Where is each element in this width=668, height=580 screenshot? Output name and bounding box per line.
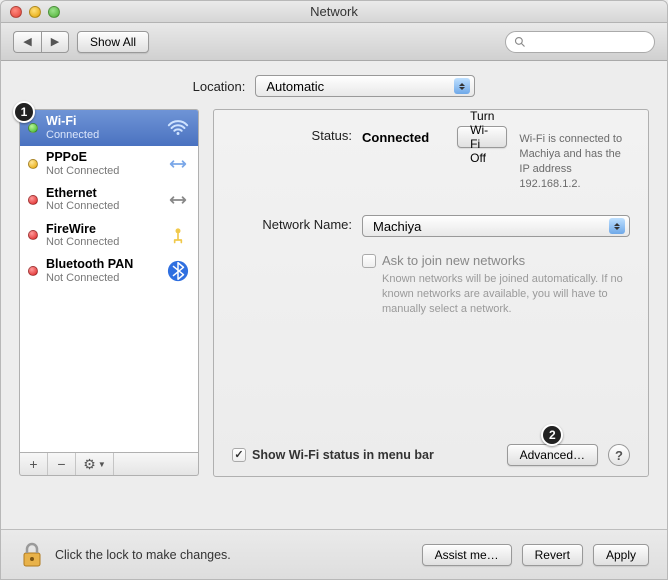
help-button[interactable]: ?: [608, 444, 630, 466]
advanced-button[interactable]: Advanced…: [507, 444, 598, 466]
sidebar-tools-spacer: [114, 453, 198, 475]
revert-button[interactable]: Revert: [522, 544, 583, 566]
show-all-button[interactable]: Show All: [77, 31, 149, 53]
popup-arrows-icon: [609, 218, 625, 234]
close-window-button[interactable]: [10, 6, 22, 18]
ask-to-join-row: Ask to join new networks: [362, 253, 630, 268]
checkbox-icon: [362, 254, 376, 268]
service-bluetooth-pan[interactable]: Bluetooth PAN Not Connected: [20, 253, 198, 289]
chevron-down-icon: ▼: [98, 460, 106, 469]
annotation-step-2: 2: [541, 424, 563, 446]
lock-button[interactable]: [19, 540, 45, 570]
service-firewire[interactable]: FireWire Not Connected: [20, 218, 198, 254]
ask-to-join-help: Known networks will be joined automatica…: [382, 272, 630, 317]
service-wifi[interactable]: Wi-Fi Connected: [20, 110, 198, 146]
status-dot-icon: [28, 123, 38, 133]
show-status-menubar-checkbox[interactable]: Show Wi-Fi status in menu bar: [232, 448, 434, 462]
gear-icon: ⚙: [83, 456, 96, 473]
remove-service-button[interactable]: −: [48, 453, 76, 475]
assist-me-button[interactable]: Assist me…: [422, 544, 512, 566]
status-value: Connected: [362, 130, 429, 145]
ask-to-join-checkbox[interactable]: Ask to join new networks: [362, 253, 630, 268]
titlebar: Network: [1, 1, 667, 23]
lock-text: Click the lock to make changes.: [55, 548, 231, 562]
add-service-button[interactable]: +: [20, 453, 48, 475]
annotation-step-1: 1: [13, 101, 35, 123]
zoom-window-button[interactable]: [48, 6, 60, 18]
toolbar: ◀ ▶ Show All: [1, 23, 667, 61]
status-help-text: Wi-Fi is connected to Machiya and has th…: [519, 132, 630, 191]
detail-pane: Status: Connected Turn Wi-Fi Off Wi-Fi i…: [213, 109, 649, 477]
footer: Click the lock to make changes. Assist m…: [1, 529, 667, 579]
pppoe-icon: [166, 152, 190, 176]
location-popup[interactable]: Automatic: [255, 75, 475, 97]
search-icon: [514, 36, 526, 48]
status-label: Status:: [232, 126, 352, 191]
window-title: Network: [1, 4, 667, 19]
status-dot-icon: [28, 266, 38, 276]
lock-icon: [21, 542, 43, 568]
service-pppoe[interactable]: PPPoE Not Connected: [20, 146, 198, 182]
search-field[interactable]: [505, 31, 655, 53]
network-prefs-window: Network ◀ ▶ Show All Location: Automatic…: [0, 0, 668, 580]
location-row: Location: Automatic: [19, 75, 649, 97]
service-list: Wi-Fi Connected PPPoE Not Connected: [19, 109, 199, 453]
status-dot-icon: [28, 230, 38, 240]
window-controls: [10, 6, 60, 18]
network-name-label: Network Name:: [232, 215, 352, 237]
sidebar-tools: + − ⚙▼: [19, 453, 199, 476]
forward-button[interactable]: ▶: [41, 31, 69, 53]
wifi-icon: [166, 116, 190, 140]
turn-wifi-off-button[interactable]: Turn Wi-Fi Off: [457, 126, 507, 148]
nav-segment: ◀ ▶: [13, 31, 69, 53]
service-ethernet[interactable]: Ethernet Not Connected: [20, 182, 198, 218]
status-dot-icon: [28, 195, 38, 205]
minimize-window-button[interactable]: [29, 6, 41, 18]
popup-arrows-icon: [454, 78, 470, 94]
ethernet-icon: [166, 188, 190, 212]
bluetooth-icon: [166, 259, 190, 283]
firewire-icon: [166, 223, 190, 247]
service-action-menu[interactable]: ⚙▼: [76, 453, 114, 475]
back-button[interactable]: ◀: [13, 31, 41, 53]
location-label: Location:: [193, 79, 246, 94]
chevron-right-icon: ▶: [51, 35, 59, 48]
network-name-popup[interactable]: Machiya: [362, 215, 630, 237]
checkbox-icon: [232, 448, 246, 462]
status-dot-icon: [28, 159, 38, 169]
chevron-left-icon: ◀: [23, 35, 31, 48]
apply-button[interactable]: Apply: [593, 544, 649, 566]
